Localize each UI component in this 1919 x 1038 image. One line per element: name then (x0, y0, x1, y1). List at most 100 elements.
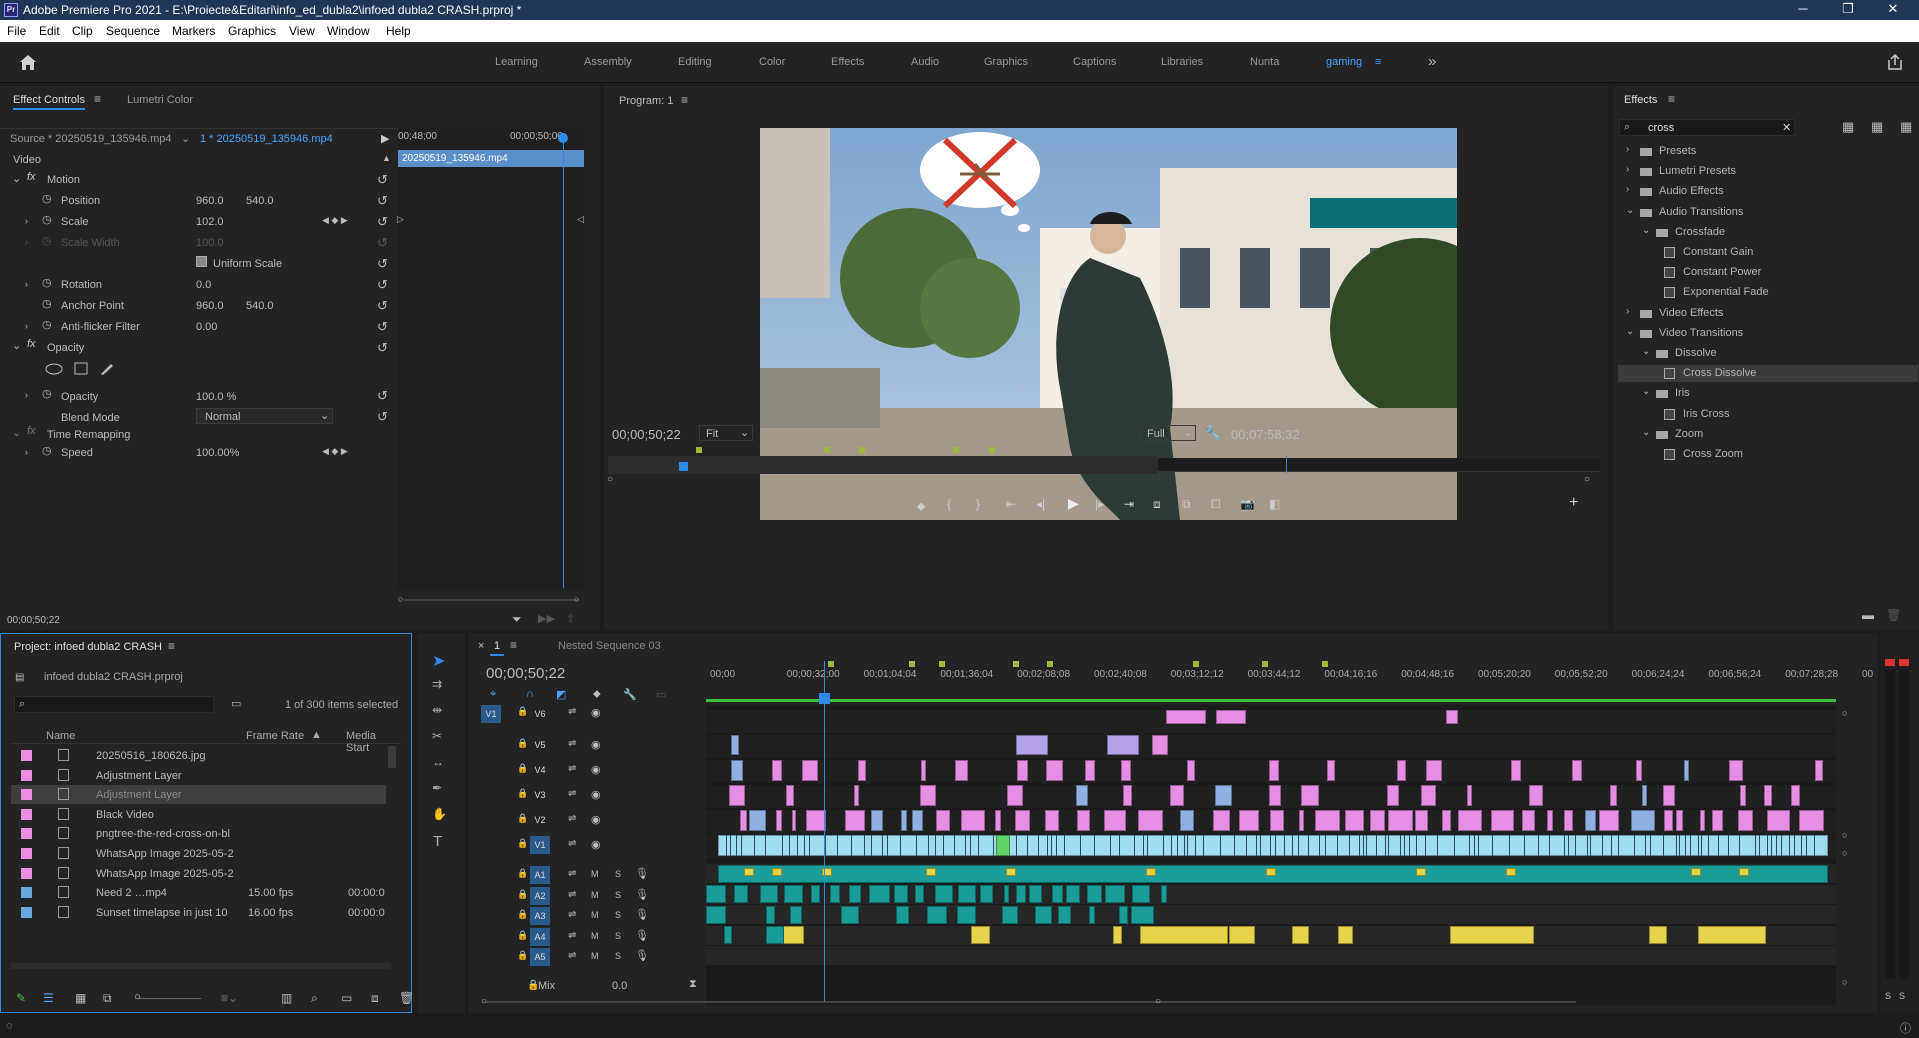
clip-a3[interactable] (789, 905, 802, 924)
clip-edit-point[interactable] (1662, 835, 1664, 856)
clip-a4[interactable] (971, 926, 991, 944)
clip-a2[interactable] (915, 885, 924, 903)
clip-v6[interactable] (1446, 710, 1458, 724)
clip-edit-point[interactable] (796, 835, 798, 856)
clip-edit-point[interactable] (1195, 835, 1197, 856)
clip-a4[interactable] (1648, 926, 1668, 944)
clip-v4[interactable] (920, 760, 926, 781)
clip-edit-point[interactable] (1610, 835, 1612, 856)
clip-edit-point[interactable] (851, 835, 853, 856)
menu-graphics[interactable]: Graphics (228, 24, 276, 38)
clip-v2[interactable] (961, 810, 986, 831)
clip-a4[interactable] (1112, 926, 1123, 944)
clip-v2[interactable] (1180, 810, 1194, 831)
toggle-output-eye-icon[interactable]: ◉ (591, 763, 601, 776)
timeline-settings-wrench-icon[interactable]: 🔧 (623, 688, 637, 701)
add-marker-icon[interactable]: ⬥ (917, 499, 925, 514)
clip-edit-point[interactable] (736, 835, 738, 856)
program-playhead[interactable] (679, 462, 688, 471)
clip-a3[interactable] (766, 905, 775, 924)
clip-edit-point[interactable] (964, 835, 966, 856)
track-lock-icon[interactable]: 🔒 (517, 763, 528, 774)
clip-v3[interactable] (1610, 785, 1618, 806)
track-target-v6[interactable]: V6 (530, 705, 550, 723)
clip-v4[interactable] (1326, 760, 1336, 781)
clip-edit-point[interactable] (927, 835, 929, 856)
clip-edit-point[interactable] (1016, 835, 1018, 856)
clip-a2[interactable] (810, 885, 820, 903)
opacity-section-reset-icon[interactable]: ↺ (377, 340, 388, 356)
clip-edit-point[interactable] (1537, 835, 1539, 856)
rotation-value[interactable]: 0.0 (196, 279, 211, 291)
keyframe-nav-left-icon[interactable]: ◁ (577, 214, 584, 225)
source-patch-v1[interactable]: V1 (481, 705, 501, 723)
workspace-more-button[interactable]: » (1428, 53, 1436, 70)
menu-help[interactable]: Help (386, 24, 411, 38)
effects-item-exponential-fade[interactable]: Exponential Fade (1618, 284, 1918, 301)
clip-v2[interactable] (1104, 810, 1126, 831)
fit-dropdown[interactable]: Fit ⌄ (699, 425, 753, 441)
clip-v3[interactable] (1467, 785, 1472, 806)
sequence-marker[interactable] (1047, 661, 1053, 667)
clip-edit-point[interactable] (1586, 835, 1588, 856)
clip-indicator-right[interactable] (1899, 659, 1909, 666)
clip-edit-point[interactable] (1633, 835, 1635, 856)
ec-playhead[interactable] (563, 133, 564, 588)
clip-v3[interactable] (1764, 785, 1773, 806)
fx-badge[interactable] (1691, 868, 1701, 876)
track-target-a4[interactable]: A4 (530, 927, 550, 946)
clear-search-icon[interactable]: ✕ (1782, 121, 1791, 134)
close-button[interactable]: ✕ (1873, 1, 1913, 17)
effects-item-audio-effects[interactable]: › Audio Effects (1618, 183, 1918, 200)
clip-v2[interactable] (1766, 810, 1791, 831)
clip-edit-point[interactable] (1408, 835, 1410, 856)
clip-v4[interactable] (1268, 760, 1279, 781)
track-area[interactable] (706, 705, 1836, 1005)
workspace-graphics[interactable]: Graphics (984, 56, 1028, 68)
collapse-chevron-icon[interactable]: ⌄ (1642, 386, 1650, 397)
clip-edit-point[interactable] (788, 835, 790, 856)
menu-sequence[interactable]: Sequence (106, 24, 160, 38)
clip-edit-point[interactable] (1678, 835, 1680, 856)
track-target-a5[interactable]: A5 (530, 948, 550, 966)
opacity-reset-icon[interactable]: ↺ (377, 388, 388, 404)
clip-a3[interactable] (896, 905, 909, 924)
comparison-view-icon[interactable]: ◧ (1269, 497, 1280, 511)
clip-v2[interactable] (1270, 810, 1285, 831)
clip-edit-point[interactable] (1187, 835, 1189, 856)
clip-v2[interactable] (1314, 810, 1341, 831)
sync-lock-icon[interactable]: ⇌ (568, 813, 576, 824)
clip-v2[interactable] (1491, 810, 1514, 831)
clip-v2[interactable] (1213, 810, 1230, 831)
project-hscroll[interactable] (11, 963, 391, 969)
clip-a3[interactable] (1002, 905, 1019, 924)
find-icon[interactable]: ⌕ (311, 991, 318, 1006)
track-lock-icon[interactable]: 🔒 (517, 813, 528, 824)
clip-edit-point[interactable] (1366, 835, 1368, 856)
clip-v2[interactable] (1675, 810, 1683, 831)
fx-badge[interactable] (744, 868, 754, 876)
settings-wrench-icon[interactable]: 🔧 (1204, 425, 1221, 442)
clip-v2[interactable] (1044, 810, 1059, 831)
clip-edit-point[interactable] (1805, 835, 1807, 856)
effects-item-cross-zoom[interactable]: Cross Zoom (1618, 446, 1918, 463)
clip-v4[interactable] (772, 760, 783, 781)
effects-item-iris-cross[interactable]: Iris Cross (1618, 406, 1918, 423)
prev-keyframe-icon[interactable]: ◀ ◆ ▶ (322, 215, 348, 226)
clip-edit-point[interactable] (1789, 835, 1791, 856)
speed-stopwatch-icon[interactable]: ◷ (42, 444, 52, 457)
clip-v4[interactable] (1572, 760, 1582, 781)
collapse-up-icon[interactable]: ▲ (382, 153, 391, 163)
sequence-marker[interactable] (828, 661, 834, 667)
time-ruler[interactable]: 00;00 00;00;32;00 00;01;04;04 00;01;36;04 00… (706, 659, 1873, 701)
time-remap-chevron-icon[interactable]: ⌄ (12, 426, 21, 439)
clip-v5-fx[interactable] (1016, 735, 1048, 755)
linked-selection-icon[interactable]: ∩ (526, 688, 534, 700)
expand-chevron-icon[interactable]: › (1626, 184, 1629, 195)
restore-button[interactable]: ❐ (1828, 1, 1868, 17)
clip-a2[interactable] (1087, 885, 1103, 903)
automate-to-sequence-icon[interactable]: ▥ (281, 991, 292, 1005)
motion-collapse-chevron-icon[interactable]: ⌄ (12, 172, 21, 185)
clip-v2[interactable] (1738, 810, 1754, 831)
effects-item-presets[interactable]: › Presets (1618, 143, 1918, 160)
